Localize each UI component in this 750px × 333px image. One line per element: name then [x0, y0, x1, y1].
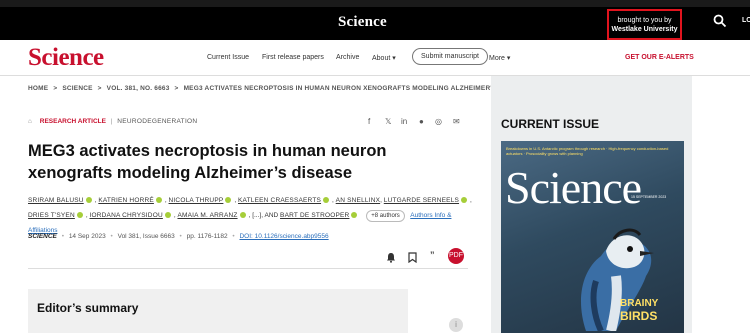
page-range: pp. 1176-1182 [186, 233, 228, 240]
bell-icon[interactable] [386, 252, 396, 263]
orcid-icon[interactable] [239, 211, 246, 218]
author-link[interactable]: KATRIEN HORRÉ [98, 197, 154, 204]
orcid-icon[interactable] [85, 196, 92, 203]
orcid-icon[interactable] [323, 196, 330, 203]
author-link[interactable]: DRIES T'SYEN [28, 212, 75, 219]
author-link[interactable]: AMAIA M. ARRANZ [177, 212, 237, 219]
divider [28, 268, 468, 269]
doi-link[interactable]: DOI: 10.1126/science.abp9556 [239, 233, 328, 240]
nav-about[interactable]: About ▾ [372, 54, 396, 62]
quote-icon[interactable]: ” [430, 250, 435, 260]
article-title: MEG3 activates necroptosis in human neur… [28, 142, 387, 182]
orcid-icon[interactable] [351, 211, 358, 218]
nav-more[interactable]: More ▾ [489, 54, 510, 62]
author-row-1: SRIRAM BALUSU, KATRIEN HORRÉ, NICOLA THR… [28, 196, 472, 204]
brand-logo[interactable]: Science [28, 44, 104, 72]
tag-separator: | [110, 118, 113, 125]
nav-archive[interactable]: Archive [336, 54, 359, 61]
crumb-home[interactable]: HOME [28, 85, 48, 92]
crumb-science[interactable]: SCIENCE [62, 85, 92, 92]
crumb-sep: > [53, 85, 58, 92]
orcid-icon[interactable] [155, 196, 162, 203]
orcid-icon[interactable] [225, 196, 232, 203]
crumb-article: MEG3 ACTIVATES NECROPTOSIS IN HUMAN NEUR… [183, 85, 499, 92]
volume-issue[interactable]: Vol 381, Issue 6663 [118, 233, 175, 240]
breadcrumb: HOME > SCIENCE > VOL. 381, NO. 6663 > ME… [28, 85, 501, 92]
x-twitter-icon[interactable]: 𝕏 [385, 117, 391, 126]
login-link[interactable]: LO [742, 17, 750, 24]
email-icon[interactable]: ✉ [453, 117, 460, 126]
nav-current-issue[interactable]: Current Issue [207, 54, 249, 61]
e-alerts-link[interactable]: GET OUR E-ALERTS [625, 54, 694, 61]
pdf-download-button[interactable]: PDF [448, 248, 464, 264]
citation-meta: SCIENCE • 14 Sep 2023 • Vol 381, Issue 6… [28, 233, 329, 240]
author-and: AND [264, 212, 279, 219]
editors-summary-box: Editor’s summary [28, 289, 408, 333]
submit-manuscript-button[interactable]: Submit manuscript [412, 48, 488, 65]
linkedin-icon[interactable]: in [401, 117, 407, 126]
author-link[interactable]: AN SNELLINX [336, 197, 380, 204]
brought-line2: Westlake University [611, 26, 678, 33]
author-link[interactable]: IORDANA CHRYSIDOU [90, 212, 163, 219]
author-link[interactable]: SRIRAM BALUSU [28, 197, 84, 204]
crumb-sep: > [174, 85, 179, 92]
editors-summary-heading: Editor’s summary [37, 301, 139, 315]
top-logo[interactable]: Science [338, 14, 387, 31]
current-issue-heading: CURRENT ISSUE [501, 117, 600, 131]
nav-first-release[interactable]: First release papers [262, 54, 324, 61]
author-link[interactable]: BART DE STROOPER [280, 212, 349, 219]
author-list: SRIRAM BALUSU, KATRIEN HORRÉ, NICOLA THR… [28, 193, 478, 238]
journal-name: SCIENCE [28, 233, 57, 240]
author-link[interactable]: NICOLA THRUPP [169, 197, 224, 204]
wechat-icon[interactable]: ◎ [435, 117, 442, 126]
crumb-sep: > [97, 85, 102, 92]
crumb-volume[interactable]: VOL. 381, NO. 6663 [107, 85, 170, 92]
orcid-icon[interactable] [461, 196, 468, 203]
author-link[interactable]: LUTGARDE SERNEELS [384, 197, 459, 204]
article-subject[interactable]: NEURODEGENERATION [117, 118, 197, 125]
institution-badge[interactable]: brought to you by Westlake University [607, 9, 682, 40]
facebook-icon[interactable]: f [368, 117, 370, 126]
cover-date: 15 SEPTEMBER 2023 [631, 195, 667, 199]
orcid-icon[interactable] [76, 211, 83, 218]
pub-date: 14 Sep 2023 [68, 233, 106, 240]
author-ellipsis[interactable]: [...] [252, 212, 261, 219]
cover-image[interactable]: Breakdowns in U.S. Antarctic program thr… [501, 141, 684, 333]
cover-brainy: BRAINY [620, 298, 659, 309]
home-icon[interactable]: ⌂ [28, 118, 32, 125]
author-link[interactable]: KATLEEN CRAESSAERTS [238, 197, 321, 204]
info-icon[interactable]: i [449, 318, 463, 332]
article-type[interactable]: RESEARCH ARTICLE [40, 118, 106, 125]
cover-headlines: Breakdowns in U.S. Antarctic program thr… [506, 146, 669, 156]
top-strip [0, 0, 750, 7]
bookmark-icon[interactable] [408, 252, 417, 263]
article-tag-row: ⌂ RESEARCH ARTICLE | NEURODEGENERATION [28, 118, 197, 125]
reddit-icon[interactable]: ● [419, 117, 424, 126]
search-icon[interactable] [713, 14, 727, 28]
cover-birds: BIRDS [620, 309, 658, 323]
more-authors-button[interactable]: +8 authors [366, 210, 405, 222]
orcid-icon[interactable] [164, 211, 171, 218]
brought-line1: brought to you by [617, 17, 672, 24]
